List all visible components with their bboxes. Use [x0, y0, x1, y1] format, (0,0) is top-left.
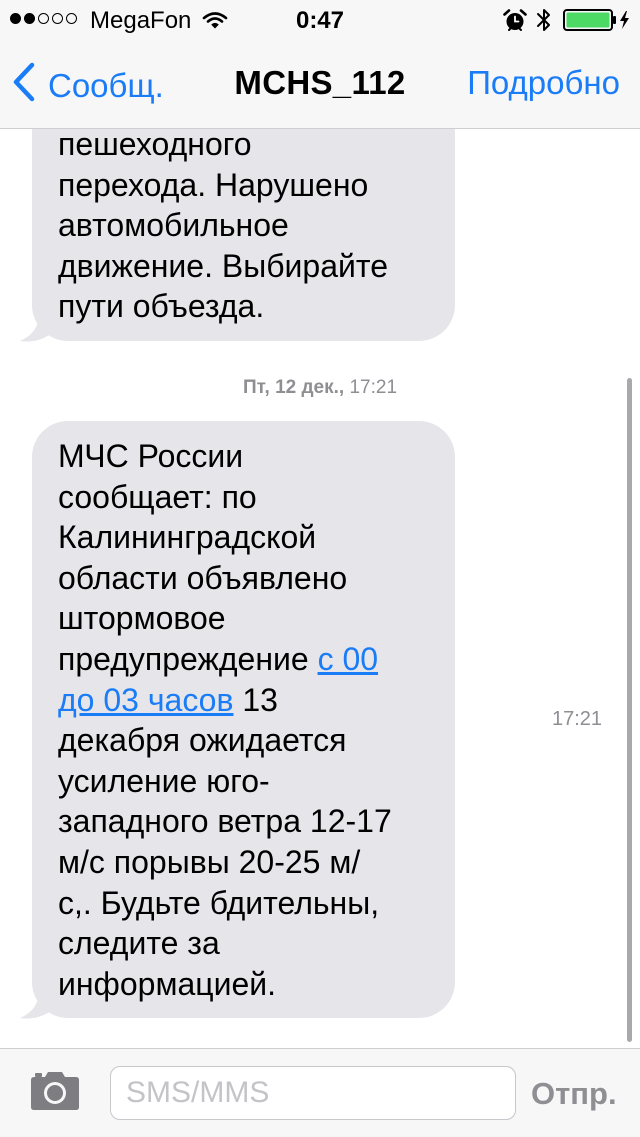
message-line: предупреждение с 00 — [58, 639, 455, 680]
bluetooth-icon — [536, 7, 552, 38]
send-button[interactable]: Отпр. — [531, 1076, 617, 1112]
message-input[interactable] — [110, 1066, 516, 1120]
message-text: предупреждение — [58, 640, 318, 677]
alarm-icon — [503, 8, 527, 37]
charging-icon — [620, 11, 629, 29]
details-button[interactable]: Подробно — [467, 64, 620, 102]
time-range-link[interactable]: с 00 — [318, 641, 378, 677]
message-line: Калининградской — [58, 519, 317, 556]
message-line: усиление юго- — [58, 762, 270, 799]
message-line: движение. Выбирайте — [58, 247, 388, 284]
top-bar: MegaFon 0:47 Сообщ. MCHS_112 Подробно — [0, 0, 640, 129]
bubble-tail — [20, 982, 56, 1019]
message-line: информацией. — [58, 965, 277, 1002]
message-line: перехода. Нарушено — [58, 166, 369, 203]
navigation-bar: Сообщ. MCHS_112 Подробно — [0, 40, 640, 128]
status-bar: MegaFon 0:47 — [0, 0, 640, 40]
message-line: до 03 часов 13 — [58, 680, 455, 721]
message-line: декабря ожидается — [58, 722, 347, 759]
message-time: 17:21 — [552, 708, 603, 730]
message-line: западного ветра 12-17 — [58, 803, 392, 840]
battery-icon — [563, 9, 631, 36]
message-line: МЧС России — [58, 438, 244, 474]
message-text: 13 — [233, 681, 278, 718]
time-range-link[interactable]: до 03 часов — [58, 682, 233, 718]
message-line: м/с порывы 20-25 м/ — [58, 843, 361, 880]
battery-fill — [566, 12, 610, 28]
message-line: пешеходного — [58, 126, 252, 162]
message-bubble-incoming[interactable]: МЧС России сообщает: по Калининградской … — [32, 421, 455, 1018]
bubble-tail — [20, 305, 56, 342]
message-line: следите за — [58, 925, 220, 962]
date-divider-time: 17:21 — [349, 377, 398, 398]
message-line: штормовое — [58, 600, 226, 637]
message-line: с,. Будьте бдительны, — [58, 884, 380, 921]
message-input-bar: Отпр. — [0, 1048, 640, 1137]
message-line: сообщает: по — [58, 478, 257, 515]
message-line: области объявлено — [58, 559, 348, 596]
date-divider-date: Пт, 12 дек., — [242, 377, 345, 398]
message-line: автомобильное — [58, 207, 289, 244]
camera-icon[interactable] — [29, 1071, 81, 1116]
message-line: пути объезда. — [58, 288, 265, 325]
scrollbar[interactable] — [627, 378, 632, 1042]
date-divider: Пт, 12 дек., 17:21 — [0, 377, 640, 399]
